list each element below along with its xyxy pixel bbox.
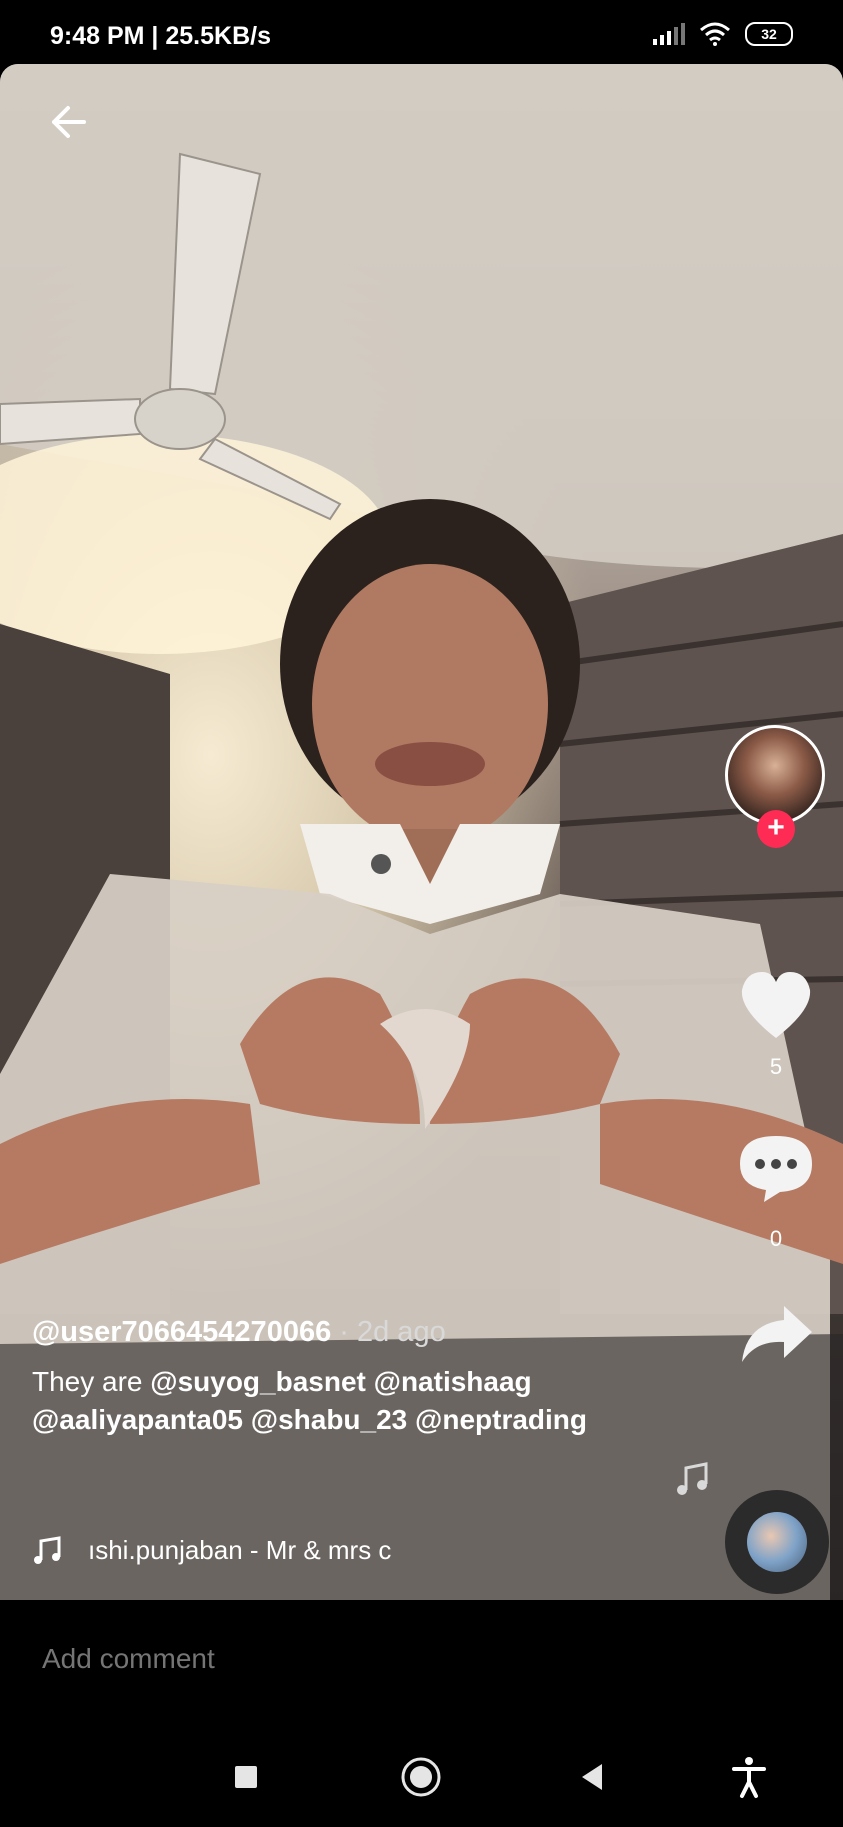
share-icon[interactable] xyxy=(738,1300,814,1370)
username-line: @user7066454270066 · 2d ago xyxy=(32,1316,672,1349)
video-caption: @user7066454270066 · 2d ago They are @su… xyxy=(32,1316,672,1439)
system-nav-bar xyxy=(0,1724,843,1827)
caption-prefix: They are xyxy=(32,1366,143,1397)
mention-link[interactable]: @neptrading xyxy=(415,1404,587,1435)
floating-music-note-icon xyxy=(677,1462,708,1495)
recents-button[interactable] xyxy=(221,1752,271,1802)
wifi-icon xyxy=(700,22,730,46)
music-title: ıshi.punjaban - Mr & mrs c xyxy=(88,1535,392,1565)
status-time: 9:48 PM | 25.5KB/s xyxy=(50,22,271,50)
posted-time: · 2d ago xyxy=(339,1316,446,1348)
home-button[interactable] xyxy=(396,1752,446,1802)
battery-indicator: 32 xyxy=(745,22,793,46)
mention-link[interactable]: @suyog_basnet xyxy=(150,1366,366,1397)
comment-input[interactable] xyxy=(40,1642,405,1676)
status-icons: 32 xyxy=(653,22,793,46)
status-bar: 9:48 PM | 25.5KB/s 32 xyxy=(0,0,843,64)
music-disc-cover xyxy=(747,1512,807,1572)
comment-bar xyxy=(0,1600,843,1724)
creator-username[interactable]: @user7066454270066 xyxy=(32,1316,331,1348)
caption-text: They are @suyog_basnet @natishaag @aaliy… xyxy=(32,1363,672,1439)
comment-count: 0 xyxy=(769,1226,783,1251)
music-note-icon xyxy=(34,1535,61,1564)
accessibility-icon[interactable] xyxy=(724,1752,774,1802)
mention-link[interactable]: @natishaag xyxy=(374,1366,532,1397)
comment-icon[interactable] xyxy=(738,1134,814,1204)
back-arrow-icon[interactable] xyxy=(44,98,92,146)
music-disc[interactable] xyxy=(725,1490,829,1594)
mention-link[interactable]: @aaliyapanta05 xyxy=(32,1404,243,1435)
back-nav-button[interactable] xyxy=(568,1752,618,1802)
like-count: 5 xyxy=(769,1054,783,1079)
mention-link[interactable]: @shabu_23 xyxy=(251,1404,407,1435)
follow-button[interactable]: + xyxy=(757,810,795,848)
music-row[interactable]: ıshi.punjaban - Mr & mrs c xyxy=(32,1535,391,1566)
signal-icon xyxy=(653,23,685,45)
heart-icon[interactable] xyxy=(738,970,814,1040)
